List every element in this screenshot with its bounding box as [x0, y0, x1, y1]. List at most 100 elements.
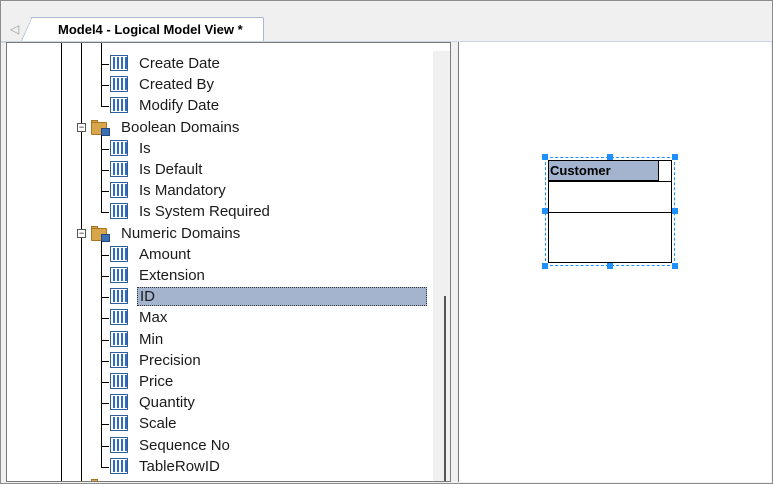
tree-item-label: Boolean Domains	[121, 118, 240, 136]
tree-item-label: Quantity	[139, 394, 195, 412]
tree-connector	[101, 360, 109, 362]
tree-domain-item[interactable]: Create Date	[137, 53, 224, 74]
tree-item-label: Amount	[139, 245, 191, 263]
resize-handle-bottom-left[interactable]	[542, 263, 548, 269]
tree-guide-line	[61, 43, 62, 481]
resize-handle-top[interactable]	[607, 154, 613, 160]
tree-connector	[101, 297, 109, 299]
tab-strip: ◁ Model4 - Logical Model View *	[1, 1, 772, 43]
tree-item-label: Scale	[139, 415, 177, 433]
column-icon	[110, 288, 128, 305]
column-icon	[110, 330, 128, 347]
resize-handle-bottom-right[interactable]	[672, 263, 678, 269]
column-icon	[110, 182, 128, 199]
tree-item-label: Is	[139, 139, 151, 157]
column-icon	[110, 203, 128, 220]
tree-item-label: Created By	[139, 76, 215, 94]
tree-item-label: Max	[139, 309, 168, 327]
tree-domain-item[interactable]: Amount	[137, 244, 195, 265]
resize-handle-bottom[interactable]	[607, 263, 613, 269]
tree-domain-item[interactable]: Sequence No	[137, 435, 234, 456]
tree-connector	[101, 170, 109, 171]
tree-folder-item[interactable]: Numeric Domains	[119, 223, 244, 244]
tree-item-label: Min	[139, 330, 164, 348]
column-icon	[110, 245, 128, 262]
tree-connector	[101, 382, 109, 383]
tree-item-label: Precision	[139, 351, 201, 369]
column-icon	[110, 97, 128, 114]
tree-domain-item[interactable]: Is Default	[137, 159, 206, 180]
tree-connector	[101, 106, 109, 108]
tree-connector	[101, 424, 109, 426]
tree-connector	[101, 445, 109, 447]
tree-branch-line	[101, 134, 102, 213]
tree-domain-item[interactable]: Max	[137, 307, 171, 328]
column-icon	[110, 457, 128, 474]
tree-connector	[101, 466, 109, 468]
tree-domain-item[interactable]: Created By	[137, 74, 218, 95]
tree-connector	[101, 212, 109, 214]
domain-folder-icon	[91, 119, 111, 136]
tree-domain-item[interactable]: Modify Date	[137, 95, 223, 116]
tree-item-label: TableRowID	[139, 457, 220, 475]
tree-connector	[101, 148, 109, 150]
tree-item-label: Modify Date	[139, 97, 220, 115]
column-icon	[110, 351, 128, 368]
tree-folder-item[interactable]: Boolean Domains	[119, 117, 243, 138]
column-icon	[110, 139, 128, 156]
tree-domain-item[interactable]: Extension	[137, 265, 209, 286]
tree-connector	[101, 339, 109, 341]
tree-item-label: ID	[137, 287, 427, 307]
column-icon	[110, 76, 128, 93]
tree-connector	[101, 276, 109, 277]
tree-domain-item[interactable]: Min	[137, 329, 167, 350]
selection-outline	[545, 157, 675, 266]
scrollbar-thumb[interactable]	[444, 296, 446, 481]
collapse-icon[interactable]: −	[77, 122, 86, 132]
tree-item-label: Price	[139, 373, 174, 390]
tree-item-label: Sequence No	[139, 436, 230, 454]
collapse-icon[interactable]: −	[77, 228, 86, 238]
tree-domain-item[interactable]: Quantity	[137, 392, 199, 413]
domain-folder-icon	[91, 479, 111, 481]
tree-domain-item[interactable]: Precision	[137, 350, 205, 371]
tree-item-label: Create Date	[139, 55, 220, 72]
tree-connector	[101, 318, 109, 320]
tree-item-label: Numeric Domains	[121, 224, 241, 242]
tree-branch-line	[101, 240, 102, 467]
resize-handle-right[interactable]	[672, 208, 678, 214]
tree-domain-item[interactable]: Scale	[137, 413, 181, 434]
tree-domain-item[interactable]: ID	[137, 286, 427, 307]
resize-handle-left[interactable]	[542, 208, 548, 214]
resize-handle-top-right[interactable]	[672, 154, 678, 160]
domain-folder-icon	[91, 225, 111, 242]
tab-logical-model-view[interactable]: Model4 - Logical Model View *	[20, 17, 264, 43]
column-icon	[110, 415, 128, 432]
tree-guide-line	[81, 43, 82, 481]
column-icon	[110, 436, 128, 453]
model-explorer-tree[interactable]: Create Date Created By Modify Date − Boolean…	[6, 42, 451, 482]
tree-domain-item[interactable]: Is System Required	[137, 201, 274, 222]
column-icon	[110, 55, 128, 71]
tree-domain-item[interactable]: Is Mandatory	[137, 180, 230, 201]
column-icon	[110, 267, 128, 283]
tree-domain-item[interactable]: TableRowID	[137, 456, 224, 477]
tree-item-label: Is Mandatory	[139, 182, 226, 200]
tree-connector	[101, 85, 109, 87]
tree-item-label: Extension	[139, 267, 205, 284]
tab-label: Model4 - Logical Model View *	[58, 22, 243, 37]
tree-connector	[101, 403, 109, 405]
vertical-scrollbar[interactable]	[433, 51, 450, 481]
column-icon	[110, 309, 128, 326]
column-icon	[110, 161, 128, 177]
tree-connector	[101, 64, 109, 65]
tree-connector	[101, 191, 109, 193]
tree-item-label: Is System Required	[139, 203, 270, 221]
tree-domain-item[interactable]: Price	[137, 371, 177, 392]
column-icon	[110, 373, 128, 389]
resize-handle-top-left[interactable]	[542, 154, 548, 160]
column-icon	[110, 394, 128, 411]
tree-branch-line	[101, 43, 102, 107]
tree-domain-item[interactable]: Is	[137, 138, 155, 159]
tree-item-label: Is Default	[139, 161, 203, 178]
